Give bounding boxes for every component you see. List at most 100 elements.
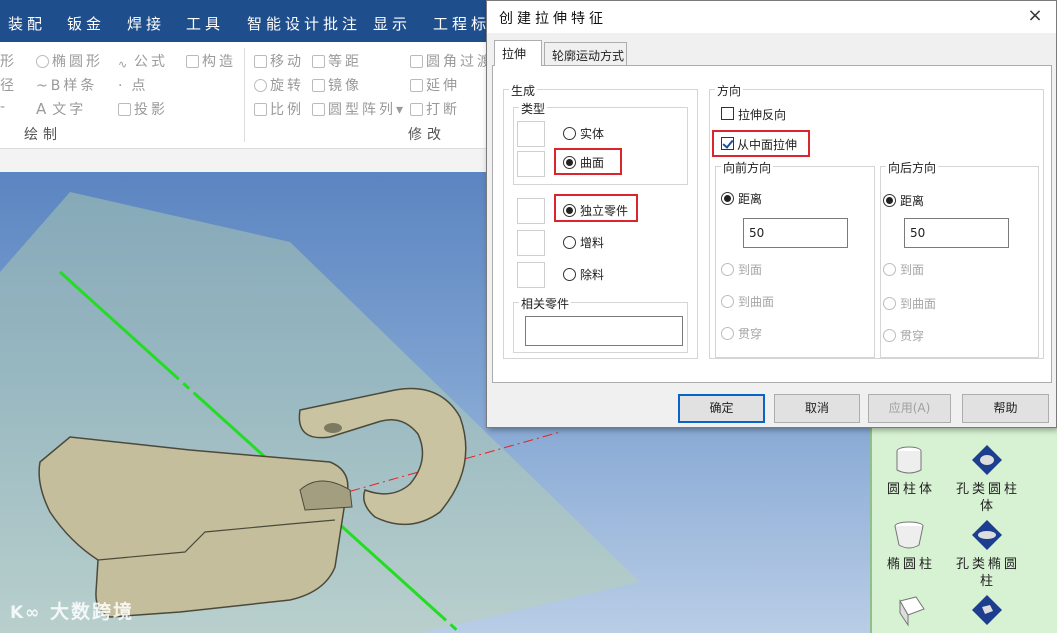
bspline-icon: ~	[36, 78, 51, 94]
projection-icon	[118, 103, 131, 116]
related-part-title: 相关零件	[519, 295, 572, 312]
cuboid-icon[interactable]	[892, 593, 926, 627]
forward-through-label[interactable]: 贯穿	[738, 325, 762, 342]
apply-button[interactable]: 应用(A)	[868, 394, 951, 423]
backward-to-surface-label[interactable]: 到曲面	[900, 295, 936, 312]
add-material-label[interactable]: 增料	[580, 234, 604, 251]
highlight-from-middle	[712, 130, 810, 157]
model-hole	[324, 423, 342, 433]
cancel-button[interactable]: 取消	[774, 394, 860, 423]
point-icon: ·	[118, 78, 126, 94]
ribbon-rotate[interactable]: 旋转	[254, 75, 304, 95]
remove-material-radio[interactable]	[563, 268, 576, 281]
watermark-icon: K∞	[10, 603, 42, 623]
forward-to-face-label[interactable]: 到面	[738, 261, 762, 278]
ok-button[interactable]: 确定	[678, 394, 765, 423]
menu-assembly[interactable]: 装配	[8, 13, 46, 34]
dialog-titlebar[interactable]: 创建拉伸特征 ×	[487, 1, 1056, 33]
ribbon-mirror[interactable]: 镜像	[312, 75, 362, 95]
circular-array-icon	[312, 103, 325, 116]
mirror-icon	[312, 79, 325, 92]
ribbon-move[interactable]: 移动	[254, 51, 304, 71]
independent-part-icon	[517, 198, 545, 224]
rotate-icon	[254, 79, 267, 92]
type-group-title: 类型	[519, 100, 548, 117]
forward-distance-radio[interactable]	[721, 192, 734, 205]
reverse-extrude-label[interactable]: 拉伸反向	[738, 106, 786, 123]
type-solid-label[interactable]: 实体	[580, 125, 604, 142]
ribbon-circular-array[interactable]: 圆型阵列▾	[312, 99, 403, 119]
hole-elliptic-cylinder-icon[interactable]	[970, 518, 1004, 552]
ribbon-scale[interactable]: 比例	[254, 99, 304, 119]
direction-group-title: 方向	[715, 82, 744, 99]
construct-icon	[186, 55, 199, 68]
ribbon-separator	[244, 48, 245, 142]
help-button[interactable]: 帮助	[962, 394, 1049, 423]
ribbon-text[interactable]: A 文字	[36, 99, 86, 119]
ribbon-projection[interactable]: 投影	[118, 99, 168, 119]
scale-icon	[254, 103, 267, 116]
remove-material-label[interactable]: 除料	[580, 266, 604, 283]
reverse-extrude-checkbox[interactable]	[721, 107, 734, 120]
menu-welding[interactable]: 焊接	[127, 13, 165, 34]
tool-hole-cylinder-label[interactable]: 孔类圆柱体	[952, 481, 1024, 515]
backward-to-face-label[interactable]: 到面	[900, 261, 924, 278]
related-part-input[interactable]	[525, 316, 683, 346]
ribbon-group-modify-label: 修改	[408, 127, 446, 143]
menu-smart-design-annotation[interactable]: 智能设计批注	[247, 13, 361, 34]
highlight-surface	[554, 148, 622, 175]
hole-cylinder-icon[interactable]	[970, 443, 1004, 477]
watermark-text: 大数跨境	[49, 601, 134, 623]
menu-sheet-metal[interactable]: 钣金	[67, 13, 105, 34]
extrude-feature-dialog: 创建拉伸特征 × 拉伸 轮廓运动方式 生成 类型 实体 曲面 独立零件 增料 除…	[486, 0, 1057, 428]
backward-distance-radio[interactable]	[883, 194, 896, 207]
forward-to-face-radio[interactable]	[721, 263, 734, 276]
ribbon-construct[interactable]: 构造	[186, 51, 236, 71]
hole-cuboid-icon[interactable]	[970, 593, 1004, 627]
highlight-independent-part	[554, 194, 638, 222]
backward-to-surface-radio[interactable]	[883, 297, 896, 310]
ribbon-ellipse[interactable]: 椭圆形	[36, 51, 103, 71]
backward-through-label[interactable]: 贯穿	[900, 327, 924, 344]
ribbon-draw-shape[interactable]: 形	[0, 51, 17, 71]
ribbon-bspline[interactable]: ~B样条	[36, 75, 97, 95]
ellipse-icon	[36, 55, 49, 68]
ribbon-draw-more[interactable]: -	[0, 99, 8, 115]
generate-group-title: 生成	[509, 82, 538, 99]
backward-through-radio[interactable]	[883, 329, 896, 342]
ribbon-group-draw-label: 绘制	[24, 127, 62, 143]
tab-extrude[interactable]: 拉伸	[494, 40, 542, 66]
menu-tools[interactable]: 工具	[186, 13, 224, 34]
tool-cylinder-label[interactable]: 圆柱体	[886, 481, 936, 498]
backward-distance-label[interactable]: 距离	[900, 192, 924, 209]
tool-elliptic-cylinder-label[interactable]: 椭圆柱	[886, 556, 936, 573]
forward-to-surface-label[interactable]: 到曲面	[738, 293, 774, 310]
forward-through-radio[interactable]	[721, 327, 734, 340]
add-material-radio[interactable]	[563, 236, 576, 249]
surface-icon	[517, 151, 545, 177]
cylinder-icon[interactable]	[892, 443, 926, 477]
chevron-down-icon: ▾	[396, 102, 404, 118]
close-icon[interactable]: ×	[1023, 5, 1047, 29]
backward-distance-input[interactable]: 50	[904, 218, 1009, 248]
ribbon-offset[interactable]: 等距	[312, 51, 362, 71]
forward-to-surface-radio[interactable]	[721, 295, 734, 308]
watermark-logo: K∞ 大数跨境	[10, 597, 134, 624]
ribbon-break[interactable]: 打断	[410, 99, 460, 119]
forward-distance-label[interactable]: 距离	[738, 190, 762, 207]
ribbon-point[interactable]: · 点	[118, 75, 148, 95]
remove-material-icon	[517, 262, 545, 288]
backward-to-face-radio[interactable]	[883, 263, 896, 276]
ribbon-extend[interactable]: 延伸	[410, 75, 460, 95]
type-solid-radio[interactable]	[563, 127, 576, 140]
tab-profile-motion[interactable]: 轮廓运动方式	[544, 42, 627, 65]
ribbon-draw-radius[interactable]: 径	[0, 75, 17, 95]
break-icon	[410, 103, 423, 116]
forward-group-title: 向前方向	[721, 159, 774, 176]
ribbon-fillet[interactable]: 圆角过渡	[410, 51, 494, 71]
ribbon-formula[interactable]: ∿ 公式	[118, 51, 168, 71]
elliptic-cylinder-icon[interactable]	[892, 518, 926, 552]
forward-distance-input[interactable]: 50	[743, 218, 848, 248]
menu-display[interactable]: 显示	[373, 13, 411, 34]
tool-hole-elliptic-cylinder-label[interactable]: 孔类椭圆柱	[952, 556, 1024, 590]
